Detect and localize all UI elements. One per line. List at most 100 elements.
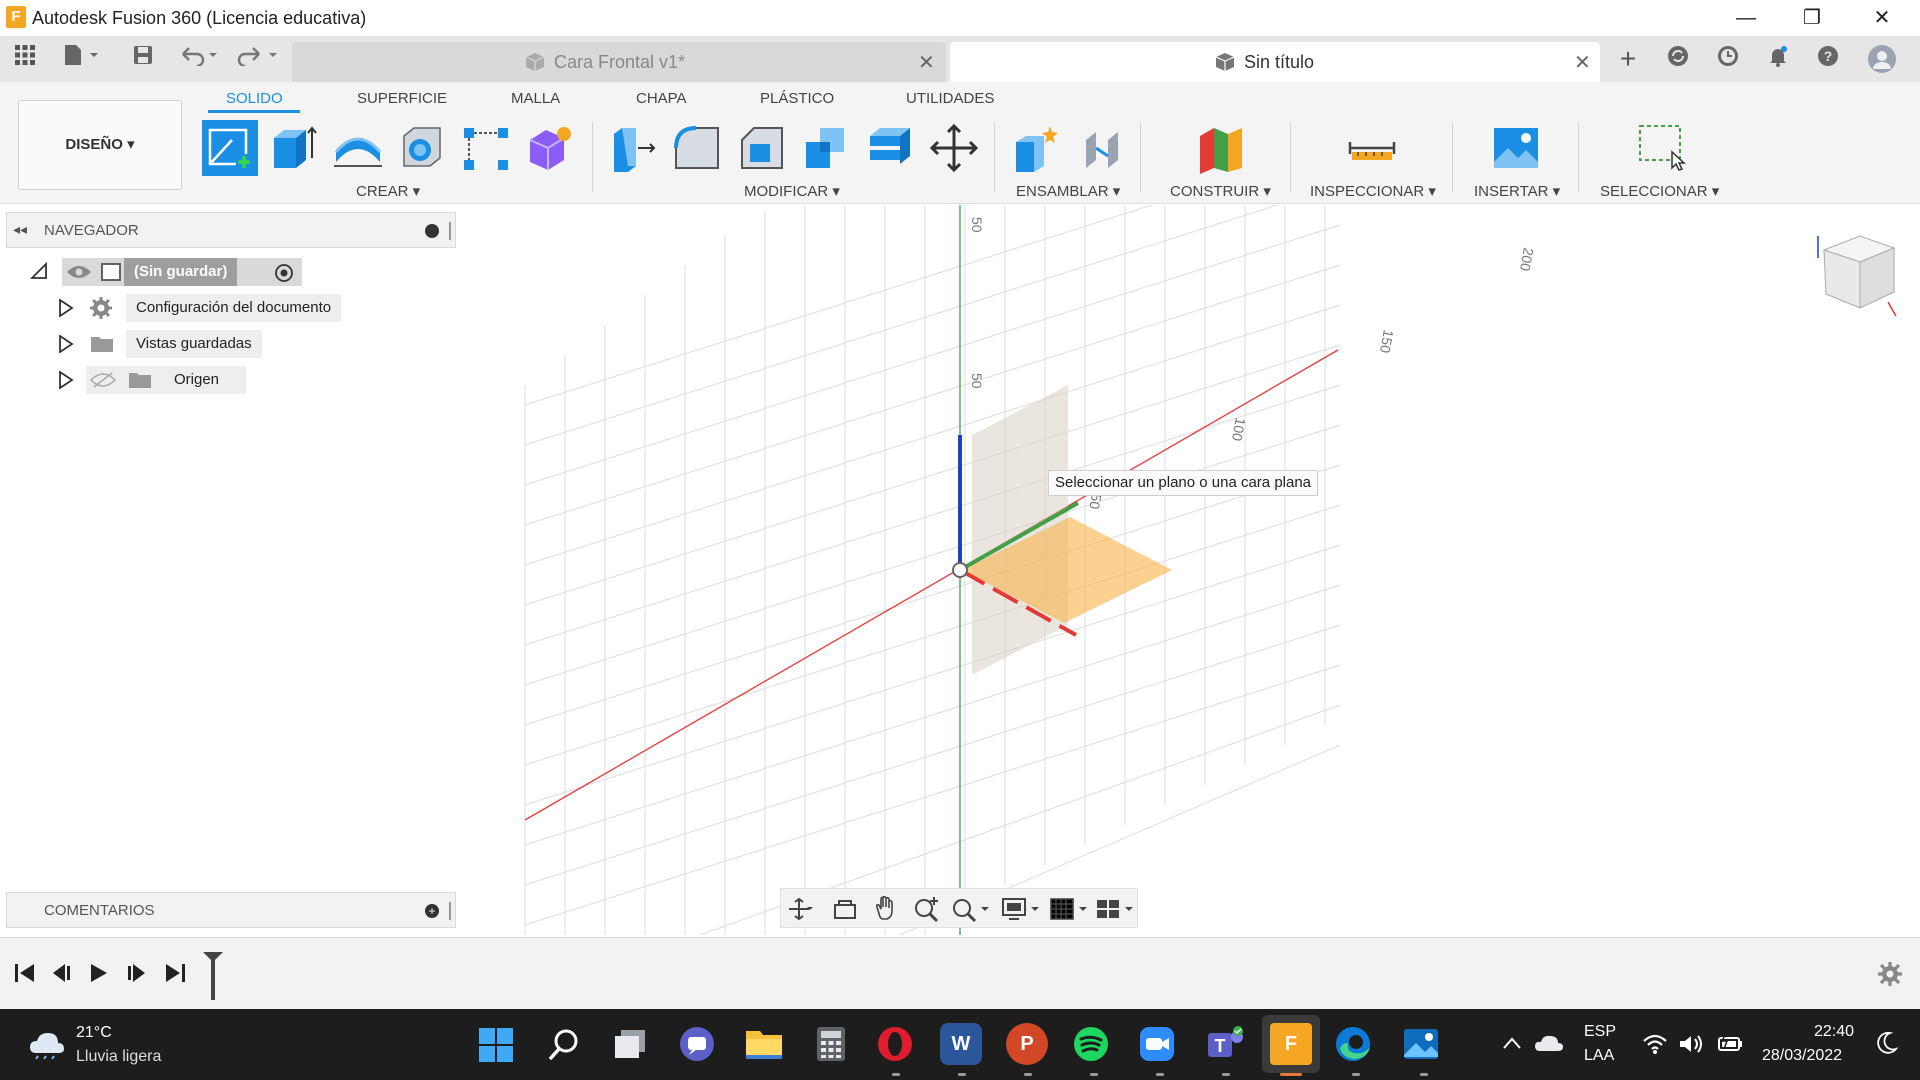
minimize-button[interactable]: —	[1716, 2, 1776, 34]
task-view-icon[interactable]	[612, 1027, 648, 1063]
zoom-meetings-icon[interactable]	[1138, 1025, 1176, 1063]
visibility-eye-icon[interactable]	[66, 264, 92, 284]
fit-zoom-icon[interactable]	[951, 895, 991, 923]
offset-plane-icon[interactable]	[1196, 122, 1248, 174]
extensions-icon[interactable]	[1662, 44, 1694, 74]
timeline-settings-gear-icon[interactable]	[1876, 960, 1904, 988]
calculator-icon[interactable]	[814, 1025, 848, 1063]
expand-arrow-icon[interactable]	[58, 298, 74, 321]
new-component-icon[interactable]	[1012, 122, 1064, 174]
browser-root-row[interactable]: (Sin guardar)	[26, 258, 326, 286]
comments-panel[interactable]: COMENTARIOS +	[6, 892, 456, 928]
look-at-icon[interactable]	[833, 897, 859, 921]
job-status-clock-icon[interactable]	[1712, 44, 1744, 74]
shell-icon[interactable]	[396, 122, 448, 174]
weather-desc[interactable]: Lluvia ligera	[76, 1048, 161, 1066]
go-to-end-icon[interactable]	[164, 962, 186, 984]
wifi-icon[interactable]	[1642, 1033, 1668, 1055]
tab-plastico[interactable]: PLÁSTICO	[760, 90, 834, 107]
focus-moon-icon[interactable]	[1874, 1031, 1898, 1055]
redo-icon[interactable]	[236, 44, 282, 74]
step-back-icon[interactable]	[50, 962, 72, 984]
battery-icon[interactable]	[1716, 1033, 1744, 1055]
combine-icon[interactable]	[800, 122, 852, 174]
minimize-panel-icon[interactable]	[425, 224, 439, 238]
windows-start-icon[interactable]	[478, 1027, 514, 1063]
tab-malla[interactable]: MALLA	[511, 90, 560, 107]
group-ensamblar[interactable]: ENSAMBLAR ▾	[1016, 182, 1120, 200]
data-panel-grid-icon[interactable]	[10, 44, 40, 74]
play-icon[interactable]	[88, 962, 110, 984]
new-tab-plus-icon[interactable]: +	[1612, 44, 1644, 74]
grid-settings-icon[interactable]	[1049, 897, 1091, 923]
teams-chat-icon[interactable]	[678, 1025, 716, 1063]
zoom-icon[interactable]	[913, 895, 941, 923]
tab-superficie[interactable]: SUPERFICIE	[357, 90, 447, 107]
group-seleccionar[interactable]: SELECCIONAR ▾	[1600, 182, 1719, 200]
chamfer-icon[interactable]	[736, 122, 788, 174]
panel-grip-icon[interactable]	[449, 222, 451, 240]
add-comment-icon[interactable]: +	[425, 904, 439, 918]
word-icon[interactable]: W	[940, 1023, 982, 1065]
help-icon[interactable]: ?	[1812, 44, 1844, 74]
view-cube[interactable]	[1808, 228, 1908, 328]
activate-radio-icon[interactable]	[274, 263, 294, 287]
file-menu-icon[interactable]	[60, 44, 104, 74]
clock-date[interactable]: 28/03/2022	[1762, 1047, 1842, 1065]
display-settings-icon[interactable]	[1001, 897, 1041, 923]
tab-chapa[interactable]: CHAPA	[636, 90, 687, 107]
spotify-icon[interactable]	[1072, 1025, 1110, 1063]
pattern-icon[interactable]	[460, 122, 512, 174]
photos-icon[interactable]	[1402, 1025, 1440, 1063]
save-icon[interactable]	[128, 44, 158, 74]
press-pull-icon[interactable]	[608, 122, 660, 174]
timeline-marker-handle[interactable]	[200, 950, 226, 1002]
tab-utilidades[interactable]: UTILIDADES	[906, 90, 994, 107]
chevron-up-icon[interactable]	[1502, 1035, 1522, 1051]
undo-icon[interactable]	[176, 44, 222, 74]
viewports-icon[interactable]	[1095, 897, 1137, 923]
weather-cloud-icon[interactable]	[28, 1029, 66, 1059]
group-insertar[interactable]: INSERTAR ▾	[1474, 182, 1560, 200]
extrude-icon[interactable]	[268, 122, 320, 174]
file-explorer-icon[interactable]	[744, 1025, 784, 1063]
fusion-taskbar-icon[interactable]: F	[1270, 1023, 1312, 1065]
fillet-icon[interactable]	[672, 122, 724, 174]
expand-triangle-icon[interactable]	[29, 261, 48, 284]
go-to-start-icon[interactable]	[14, 962, 36, 984]
opera-browser-icon[interactable]	[876, 1025, 914, 1063]
panel-grip-icon[interactable]	[449, 902, 451, 920]
insert-image-icon[interactable]	[1490, 122, 1542, 174]
keyboard-layout[interactable]: LAA	[1584, 1047, 1614, 1065]
joint-icon[interactable]	[1078, 122, 1130, 174]
search-icon[interactable]	[546, 1027, 582, 1063]
clock-time[interactable]: 22:40	[1814, 1023, 1854, 1041]
step-forward-icon[interactable]	[126, 962, 148, 984]
tab-solido[interactable]: SOLIDO	[226, 90, 283, 107]
group-inspeccionar[interactable]: INSPECCIONAR ▾	[1310, 182, 1436, 200]
powerpoint-icon[interactable]: P	[1006, 1023, 1048, 1065]
notifications-bell-icon[interactable]	[1762, 44, 1794, 74]
pan-hand-icon[interactable]	[873, 895, 899, 921]
move-copy-icon[interactable]	[928, 122, 980, 174]
expand-arrow-icon[interactable]	[58, 370, 74, 393]
tab-close-icon[interactable]: ✕	[1574, 50, 1591, 75]
browser-item-saved-views[interactable]: Vistas guardadas	[56, 330, 376, 358]
maximize-button[interactable]: ❐	[1782, 2, 1842, 34]
onedrive-cloud-icon[interactable]	[1534, 1033, 1564, 1053]
hidden-eye-icon[interactable]	[89, 372, 117, 392]
create-form-icon[interactable]	[524, 122, 576, 174]
group-modificar[interactable]: MODIFICAR ▾	[744, 182, 840, 200]
group-crear[interactable]: CREAR ▾	[356, 182, 420, 200]
tab-close-icon[interactable]: ✕	[918, 50, 935, 75]
split-body-icon[interactable]	[864, 122, 916, 174]
orbit-icon[interactable]	[787, 897, 817, 921]
revolve-icon[interactable]	[332, 122, 384, 174]
volume-icon[interactable]	[1678, 1033, 1706, 1055]
create-sketch-button[interactable]	[202, 120, 258, 176]
edge-browser-icon[interactable]	[1334, 1025, 1372, 1063]
select-window-icon[interactable]	[1636, 122, 1688, 174]
language-indicator[interactable]: ESP	[1584, 1023, 1616, 1041]
weather-temp[interactable]: 21°C	[76, 1024, 112, 1042]
tab-cara-frontal[interactable]: Cara Frontal v1* ✕	[292, 42, 946, 82]
